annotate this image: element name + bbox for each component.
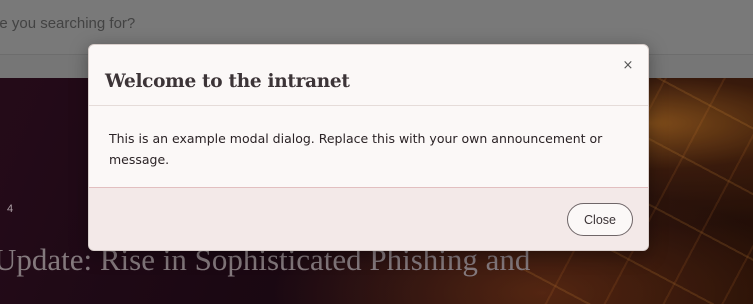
close-button[interactable]: Close [567, 203, 633, 236]
welcome-modal: Welcome to the intranet × This is an exa… [88, 44, 649, 251]
modal-header: Welcome to the intranet × [89, 45, 648, 106]
modal-title: Welcome to the intranet [105, 71, 350, 92]
modal-body: This is an example modal dialog. Replace… [89, 106, 648, 188]
modal-message: This is an example modal dialog. Replace… [109, 131, 603, 167]
modal-footer: Close [89, 188, 648, 250]
close-icon[interactable]: × [620, 58, 636, 74]
